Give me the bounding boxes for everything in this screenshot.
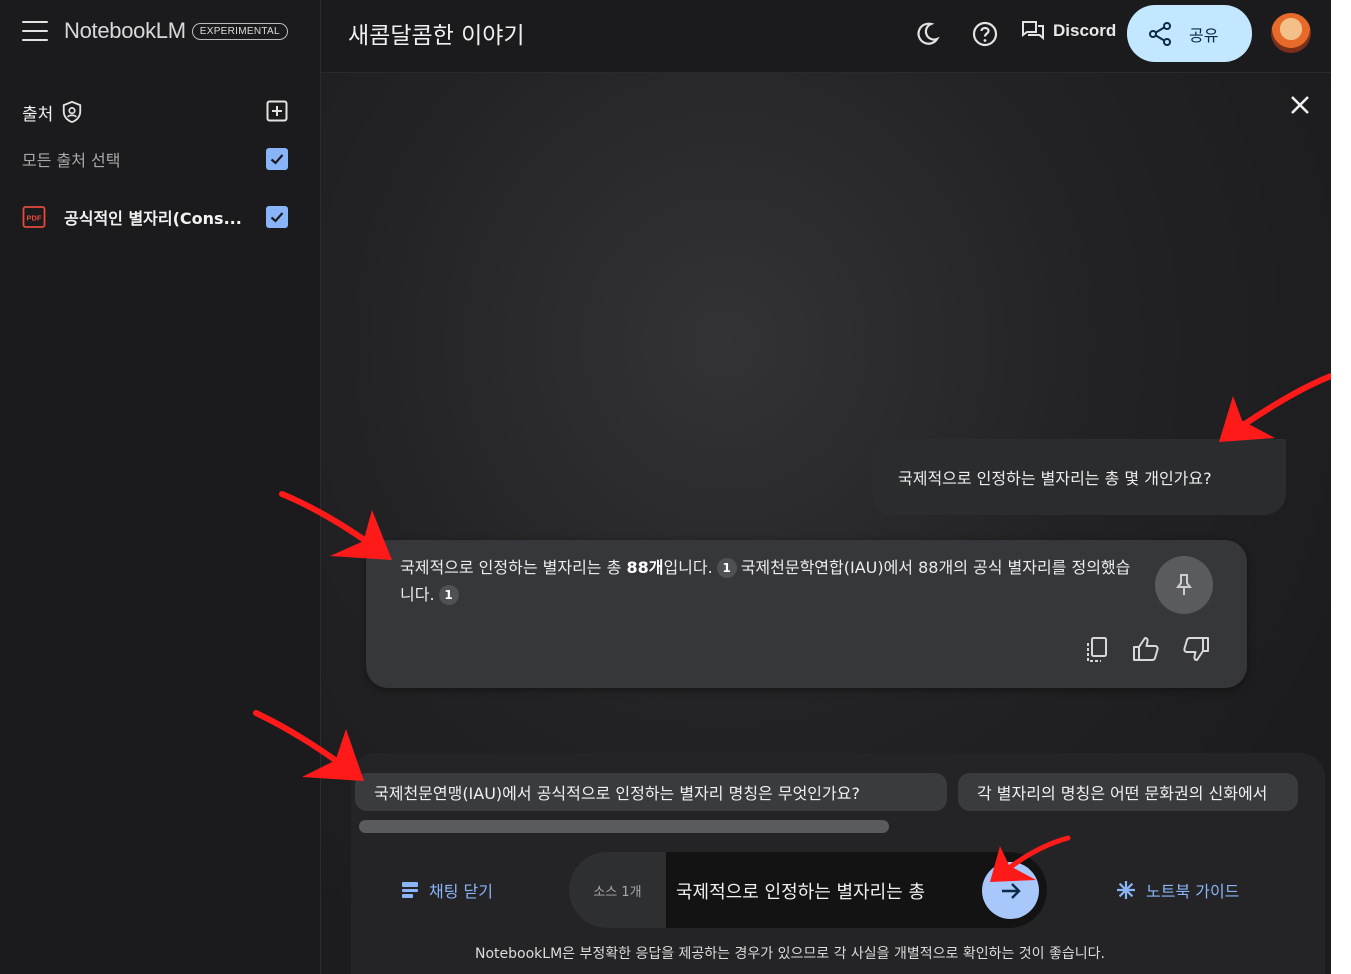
check-icon <box>270 212 284 223</box>
svg-text:PDF: PDF <box>27 214 42 223</box>
help-icon[interactable] <box>971 20 999 48</box>
ai-text-part2: 입니다. <box>663 558 713 577</box>
suggestion-chip[interactable]: 각 별자리의 명칭은 어떤 문화권의 신화에서 <box>958 773 1298 811</box>
pin-icon <box>1176 574 1192 595</box>
shield-icon[interactable] <box>61 100 83 124</box>
chat-bubbles-icon <box>1022 21 1044 41</box>
disclaimer: NotebookLM은 부정확한 응답을 제공하는 경우가 있으므로 각 사실을… <box>475 946 1105 962</box>
experimental-badge: EXPERIMENTAL <box>191 22 288 40</box>
close-chat-button[interactable]: 채팅 닫기 <box>401 878 493 902</box>
check-icon <box>270 154 284 165</box>
sidebar: NotebookLM EXPERIMENTAL 출처 모든 출처 선택 PDF … <box>0 0 321 974</box>
notebook-guide-button[interactable]: 노트북 가이드 <box>1116 878 1239 902</box>
brand: NotebookLM EXPERIMENTAL <box>22 18 288 44</box>
pdf-icon: PDF <box>22 206 46 228</box>
chat-panel-icon <box>402 882 418 898</box>
dark-mode-icon[interactable] <box>913 20 941 48</box>
user-message-text: 국제적으로 인정하는 별자리는 총 몇 개인가요? <box>898 469 1212 488</box>
source-item-checkbox[interactable] <box>266 206 288 228</box>
notebooklm-app: NotebookLM EXPERIMENTAL 출처 모든 출처 선택 PDF … <box>0 0 1331 974</box>
source-item-label: 공식적인 별자리(Cons... <box>64 209 242 228</box>
share-icon <box>1149 21 1171 46</box>
ai-text-bold: 88개 <box>626 558 664 577</box>
sparkle-icon <box>1117 881 1135 899</box>
copy-icon[interactable] <box>1084 636 1110 664</box>
suggestion-text: 각 별자리의 명칭은 어떤 문화권의 신화에서 <box>977 784 1268 803</box>
sources-title: 출처 <box>22 104 54 125</box>
suggestion-chip[interactable]: 국제천문연맹(IAU)에서 공식적으로 인정하는 별자리 명칭은 무엇인가요? <box>355 773 947 811</box>
thumbs-up-icon[interactable] <box>1132 636 1160 662</box>
suggestion-text: 국제천문연맹(IAU)에서 공식적으로 인정하는 별자리 명칭은 무엇인가요? <box>374 784 860 803</box>
citation-marker[interactable]: 1 <box>716 558 737 578</box>
source-count: 소스 1개 <box>569 852 666 928</box>
share-label: 공유 <box>1189 25 1219 45</box>
pin-button[interactable] <box>1155 556 1213 614</box>
suggestions-scrollbar[interactable] <box>359 820 889 833</box>
select-all-row[interactable]: 모든 출처 선택 <box>22 145 292 173</box>
citation-marker[interactable]: 1 <box>438 585 459 605</box>
sources-header: 출처 <box>22 98 294 126</box>
top-header: 새콤달콤한 이야기 Discord 공유 <box>321 0 1331 73</box>
chat-input[interactable] <box>666 852 978 928</box>
notebook-guide-label: 노트북 가이드 <box>1146 882 1240 901</box>
discord-label: Discord <box>1053 21 1117 40</box>
chat-input-box: 소스 1개 <box>569 852 1047 928</box>
hamburger-menu-icon[interactable] <box>22 21 48 41</box>
close-chat-label: 채팅 닫기 <box>429 882 493 901</box>
add-source-icon[interactable] <box>266 100 288 122</box>
ai-text-part1: 국제적으로 인정하는 별자리는 총 <box>400 558 627 577</box>
select-all-checkbox[interactable] <box>266 148 288 170</box>
discord-link[interactable]: Discord <box>1021 20 1116 42</box>
response-actions <box>1084 636 1210 664</box>
brand-name: NotebookLM <box>64 18 186 43</box>
arrow-right-icon <box>1001 882 1021 899</box>
chat-panel: 국제적으로 인정하는 별자리는 총 몇 개인가요? 국제적으로 인정하는 별자리… <box>321 73 1331 974</box>
source-item[interactable]: PDF 공식적인 별자리(Cons... <box>22 203 292 231</box>
close-icon[interactable] <box>1288 93 1312 117</box>
user-message: 국제적으로 인정하는 별자리는 총 몇 개인가요? <box>872 439 1286 515</box>
avatar[interactable] <box>1271 13 1311 53</box>
send-button[interactable] <box>982 862 1039 919</box>
share-button[interactable]: 공유 <box>1127 5 1252 62</box>
notebook-title[interactable]: 새콤달콤한 이야기 <box>348 16 525 50</box>
select-all-label: 모든 출처 선택 <box>22 151 121 170</box>
ai-response-text: 국제적으로 인정하는 별자리는 총 88개입니다. 1 국제천문학연합(IAU)에서… <box>400 554 1140 608</box>
ai-response: 국제적으로 인정하는 별자리는 총 88개입니다. 1 국제천문학연합(IAU)에서… <box>366 540 1247 688</box>
thumbs-down-icon[interactable] <box>1182 636 1210 662</box>
